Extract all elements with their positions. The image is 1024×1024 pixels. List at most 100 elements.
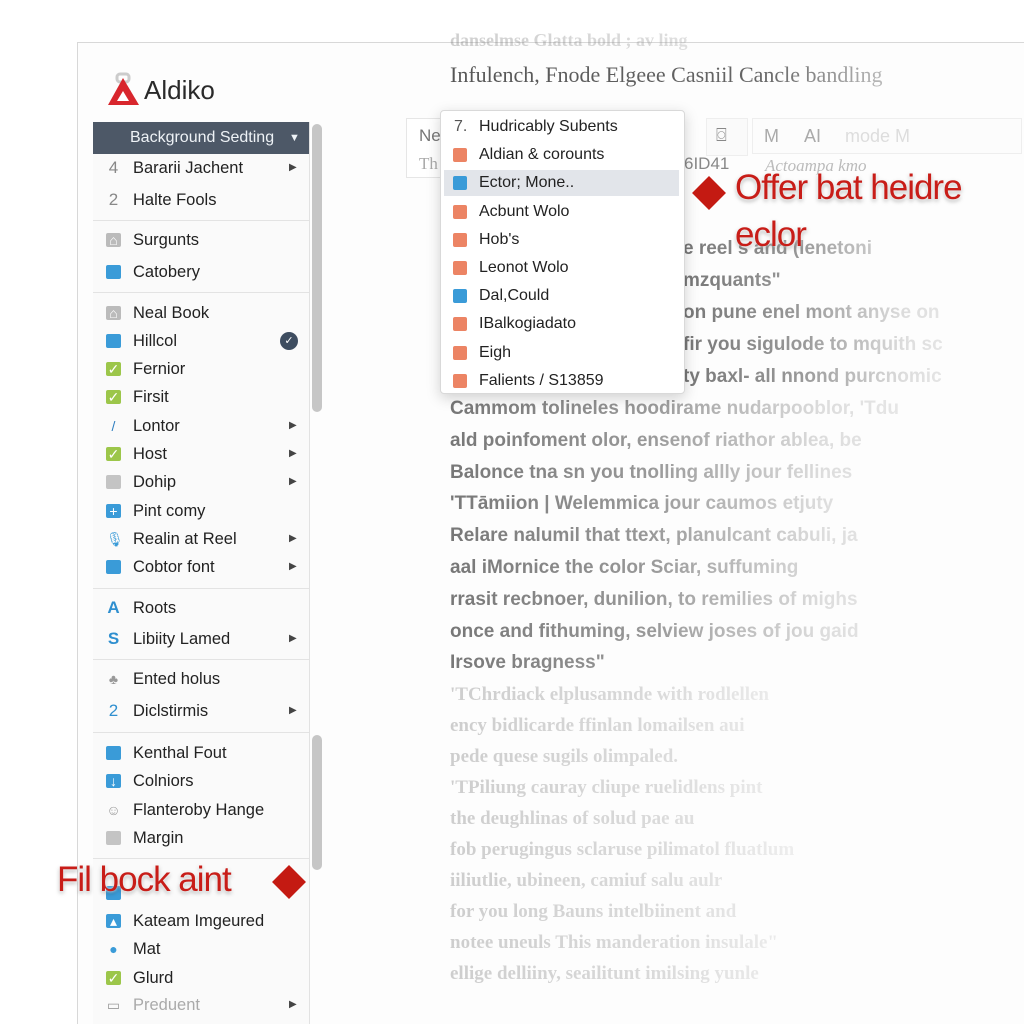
sidebar-divider (93, 659, 309, 660)
chevron-right-icon[interactable]: ▶ (289, 155, 297, 181)
sidebar-item[interactable]: Kenthal Fout (93, 740, 309, 766)
sidebar-item-label: Pint comy (133, 502, 206, 520)
sidebar-item[interactable]: ✓ Glurd (93, 965, 309, 991)
document-text-line: fir you sigulode to mquith sc (683, 334, 1024, 356)
sidebar-item[interactable]: ⌂ Surgunts (93, 227, 309, 253)
app-logo: Aldiko (106, 72, 215, 108)
sidebar-item[interactable]: Catobery (93, 259, 309, 285)
document-text-line: Cammom tolineles hoodirame nudarpooblor,… (450, 398, 1024, 420)
sidebar-item[interactable]: + Pint comy (93, 498, 309, 524)
chevron-right-icon[interactable]: ▶ (289, 441, 297, 467)
dropdown-menu: 7. Hudricably Subents Aldian & corounts Ect… (440, 110, 685, 394)
sidebar-item-label: Kenthal Fout (133, 744, 227, 762)
camera-icon[interactable]: ⌼ (716, 125, 727, 146)
toolbar-mode[interactable]: mode M (845, 126, 910, 147)
sidebar-item[interactable]: 2 Halte Fools (93, 187, 309, 213)
check-circle-icon[interactable]: ✓ (280, 332, 298, 350)
sidebar-item[interactable]: ▴ Kateam Imgeured (93, 908, 309, 934)
document-text-line: Irsove bragness" (450, 652, 1024, 674)
sidebar-item-label: Host (133, 445, 167, 463)
sidebar-item[interactable]: 2 Diclstirmis ▶ (93, 698, 309, 724)
dropdown-option[interactable]: Ector; Mone.. (444, 170, 679, 197)
chevron-right-icon[interactable]: ▶ (289, 526, 297, 552)
sidebar-item[interactable]: ⌂ Neal Book (93, 300, 309, 326)
sidebar-prefix: 4 (108, 158, 119, 177)
sidebar-item[interactable]: Cobtor font ▶ (93, 554, 309, 580)
sidebar-item[interactable]: ● Mat (93, 936, 309, 962)
toolbar-ai-button[interactable]: AI (804, 126, 821, 147)
color-swatch-icon (453, 204, 467, 219)
sidebar-item[interactable]: A Roots (93, 595, 309, 621)
document-text-line: mzquants" (683, 270, 1024, 292)
sidebar-item-label: Bararii Jachent (133, 159, 244, 177)
dropdown-option[interactable]: Dal,Could (444, 283, 679, 309)
sidebar-item[interactable]: ♣ Ented holus (93, 666, 309, 692)
check-icon: ✓ (106, 446, 121, 462)
sidebar-selected-item[interactable]: Background Sedting ▼ (93, 122, 309, 154)
document-text-line: notee uneuls This manderation insulale" (450, 932, 1024, 954)
sidebar-divider (93, 858, 309, 859)
document-text-line: for you long Bauns intelbiinent and (450, 901, 1024, 923)
sidebar-item[interactable]: Dohip ▶ (93, 469, 309, 495)
dropdown-option-label: Dal,Could (479, 287, 550, 305)
toolbar-field-label: Ne (419, 126, 441, 145)
checkbox-checked-icon (453, 176, 467, 191)
annotation-top-line1: Offer bat heidre (735, 168, 963, 207)
dropdown-option[interactable]: Falients / S13859 (444, 368, 679, 394)
sidebar-item[interactable]: ✓ Firsit (93, 384, 309, 410)
image-icon: ▴ (106, 914, 121, 928)
sidebar-item[interactable]: ✓ Host ▶ (93, 441, 309, 467)
color-swatch-icon (453, 373, 467, 388)
document-text-line: iiliutlie, ubineen, camiuf salu aulr (450, 870, 1024, 892)
sidebar-item-label: Ented holus (133, 670, 221, 688)
pin-icon: ● (109, 941, 118, 957)
home-icon: ⌂ (106, 233, 121, 247)
sidebar-prefix: A (107, 598, 120, 617)
check-icon: ✓ (106, 361, 121, 377)
chevron-right-icon[interactable]: ▶ (289, 992, 297, 1018)
sidebar-item[interactable]: / Lontor ▶ (93, 413, 309, 439)
sidebar-scrollbar-top[interactable] (312, 124, 322, 412)
chevron-right-icon[interactable]: ▶ (289, 626, 297, 652)
sidebar-scrollbar-bottom[interactable] (312, 735, 322, 870)
check-icon: ✓ (106, 970, 121, 986)
chevron-right-icon[interactable]: ▶ (289, 698, 297, 724)
document-text-line: on pune enel mont anyse on (683, 302, 1024, 324)
chevron-right-icon[interactable]: ▶ (289, 413, 297, 439)
sidebar-item-label: Firsit (133, 388, 169, 406)
download-icon: ↓ (106, 774, 121, 788)
sidebar-item-label: Lontor (133, 417, 180, 435)
dropdown-option[interactable]: IBalkogiadato (444, 311, 679, 337)
chevron-right-icon[interactable]: ▶ (289, 554, 297, 580)
toolbar-m-button[interactable]: M (764, 126, 779, 147)
sidebar-item-label: Cobtor font (133, 558, 215, 576)
selected-label: Background Sedting (130, 129, 275, 146)
dropdown-option[interactable]: Hob's (444, 227, 679, 253)
sidebar-item[interactable]: 🎙 Realin at Reel ▶ (93, 526, 309, 552)
face-icon: ☺ (106, 802, 121, 818)
app-name: Aldiko (144, 74, 215, 105)
dropdown-option[interactable]: Eigh (444, 340, 679, 366)
sidebar-item[interactable]: ☺ Flanteroby Hange (93, 797, 309, 823)
dropdown-option[interactable]: Acbunt Wolo (444, 199, 679, 225)
dropdown-option[interactable]: Leonot Wolo (444, 255, 679, 281)
sidebar-item[interactable]: 4 Bararii Jachent ▶ (93, 155, 309, 181)
sidebar-item[interactable]: Margin (93, 825, 309, 851)
window-icon: ▭ (106, 997, 121, 1013)
sidebar-divider (93, 220, 309, 221)
dropdown-option[interactable]: 7. Hudricably Subents (444, 114, 679, 140)
sidebar-item-label: Neal Book (133, 304, 210, 322)
sidebar-item[interactable]: ▭ Preduent ▶ (93, 992, 309, 1018)
sidebar-item[interactable]: S Libiity Lamed ▶ (93, 626, 309, 652)
chevron-right-icon[interactable]: ▶ (289, 469, 297, 495)
sidebar-item-label: Kateam Imgeured (133, 912, 265, 930)
sidebar-item[interactable]: ✓ Fernior (93, 356, 309, 382)
sidebar-item-label: Margin (133, 829, 184, 847)
dropdown-option-label: Acbunt Wolo (479, 202, 570, 220)
caret-down-icon[interactable]: ▼ (289, 122, 300, 154)
sidebar-item[interactable]: ↓ Colniors (93, 768, 309, 794)
sidebar-item[interactable]: Hillcol ✓ (93, 328, 309, 354)
logo-icon (108, 72, 139, 105)
sidebar-item-label: Fernior (133, 360, 186, 378)
dropdown-option[interactable]: Aldian & corounts (444, 142, 679, 168)
